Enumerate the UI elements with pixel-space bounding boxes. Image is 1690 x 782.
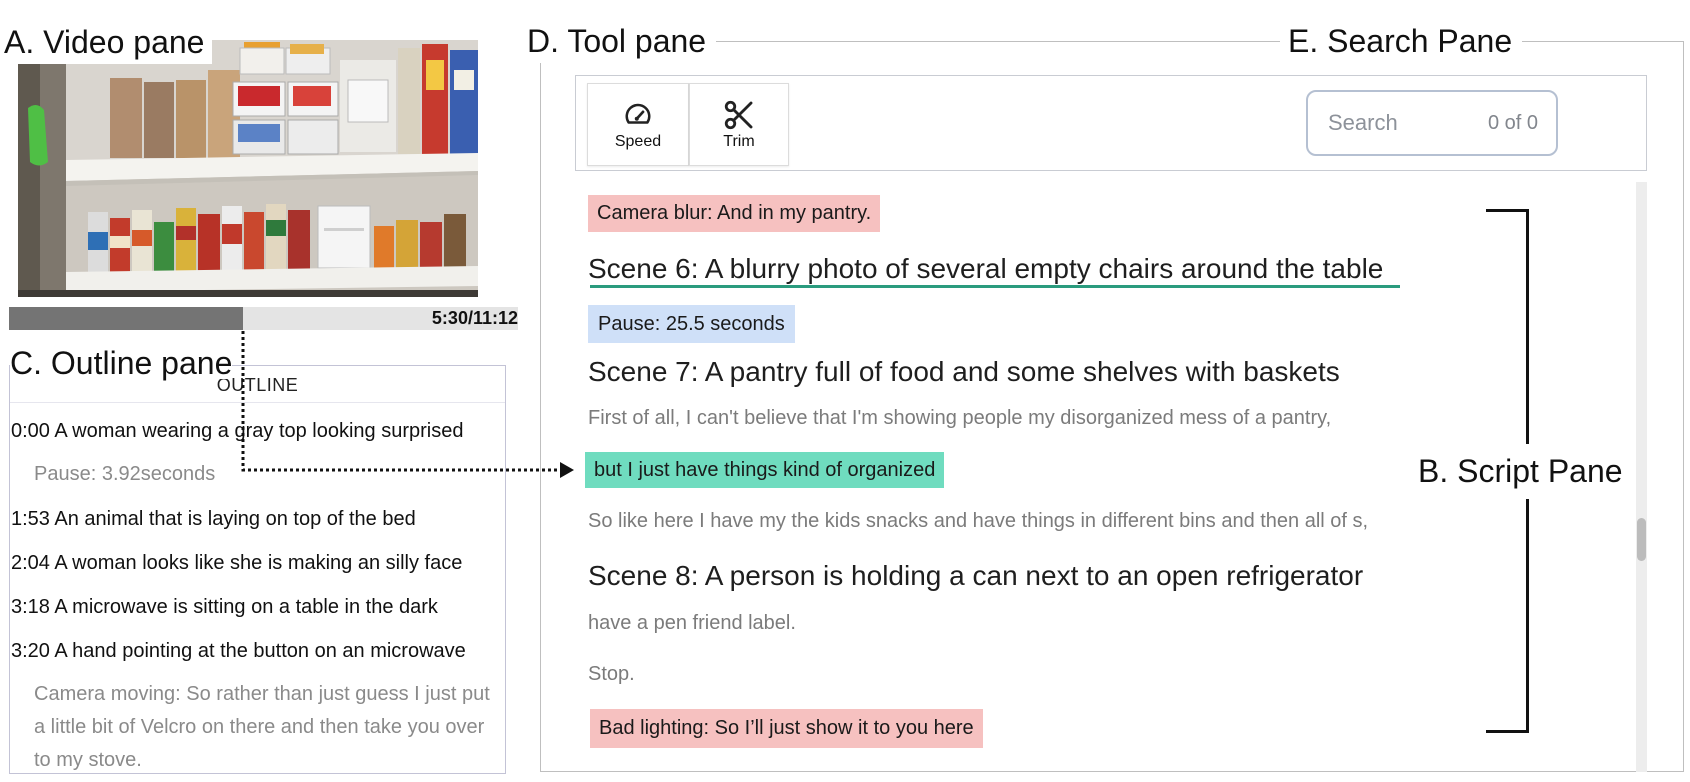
video-frame[interactable] bbox=[18, 40, 478, 297]
tool-pane-label: D. Tool pane bbox=[527, 19, 717, 63]
video-pane-label: A. Video pane bbox=[4, 20, 213, 64]
bracket-upper-line bbox=[1526, 209, 1529, 444]
bracket-top-tick bbox=[1486, 209, 1529, 212]
outline-divider bbox=[10, 402, 505, 403]
script-current-transcript-line[interactable]: but I just have things kind of organized bbox=[585, 452, 945, 488]
outline-item-scene[interactable]: 1:53 An animal that is laying on top of … bbox=[11, 505, 416, 533]
script-scene-heading[interactable]: Scene 6: A blurry photo of several empty… bbox=[588, 250, 1383, 288]
trim-button[interactable]: Trim bbox=[689, 83, 789, 166]
script-pane-label: B. Script Pane bbox=[1414, 449, 1627, 493]
video-progress-fill bbox=[9, 307, 244, 330]
script-transcript-line[interactable]: First of all, I can't believe that I'm s… bbox=[588, 404, 1331, 432]
outline-item-scene[interactable]: 2:04 A woman looks like she is making an… bbox=[11, 549, 462, 577]
outline-item-pause[interactable]: Pause: 3.92seconds bbox=[34, 460, 215, 488]
script-issue-bad-lighting[interactable]: Bad lighting: So I’ll just show it to yo… bbox=[590, 709, 983, 748]
script-scene-heading[interactable]: Scene 7: A pantry full of food and some … bbox=[588, 353, 1340, 391]
bracket-bottom-tick bbox=[1486, 730, 1529, 733]
scissors-icon bbox=[690, 98, 788, 132]
script-scene-heading[interactable]: Scene 8: A person is holding a can next … bbox=[588, 557, 1363, 595]
search-box: 0 of 0 bbox=[1306, 90, 1558, 156]
outline-pane: OUTLINE 0:00 A woman wearing a gray top … bbox=[9, 365, 506, 774]
speedometer-icon bbox=[588, 98, 688, 132]
bracket-lower-line bbox=[1526, 499, 1529, 733]
speed-button[interactable]: Speed bbox=[587, 83, 689, 166]
toolbar: Speed Trim 0 of 0 bbox=[575, 75, 1647, 171]
script-scrollbar-thumb[interactable] bbox=[1637, 518, 1646, 561]
script-issue-camera-blur[interactable]: Camera blur: And in my pantry. bbox=[588, 195, 881, 232]
search-result-count: 0 of 0 bbox=[1487, 112, 1538, 134]
speed-button-label: Speed bbox=[614, 133, 662, 150]
outline-item-scene[interactable]: 3:18 A microwave is sitting on a table i… bbox=[11, 593, 438, 621]
video-timestamp: 5:30/11:12 bbox=[431, 308, 518, 328]
search-pane-label: E. Search Pane bbox=[1280, 19, 1523, 63]
script-transcript-line[interactable]: have a pen friend label. bbox=[588, 609, 796, 637]
outline-pane-label: C. Outline pane bbox=[10, 345, 233, 381]
script-transcript-line[interactable]: So like here I have my the kids snacks a… bbox=[588, 507, 1368, 535]
outline-item-scene[interactable]: 0:00 A woman wearing a gray top looking … bbox=[11, 417, 464, 445]
trim-button-label: Trim bbox=[723, 133, 755, 150]
script-pause[interactable]: Pause: 25.5 seconds bbox=[588, 305, 795, 343]
outline-item-scene[interactable]: 3:20 A hand pointing at the button on an… bbox=[11, 637, 466, 665]
outline-item-issue[interactable]: Camera moving: So rather than just guess… bbox=[34, 678, 502, 773]
script-scrollbar[interactable] bbox=[1636, 182, 1647, 772]
script-transcript-line[interactable]: Stop. bbox=[588, 660, 635, 688]
search-input[interactable] bbox=[1328, 92, 1458, 154]
selected-scene-underline bbox=[590, 285, 1400, 288]
